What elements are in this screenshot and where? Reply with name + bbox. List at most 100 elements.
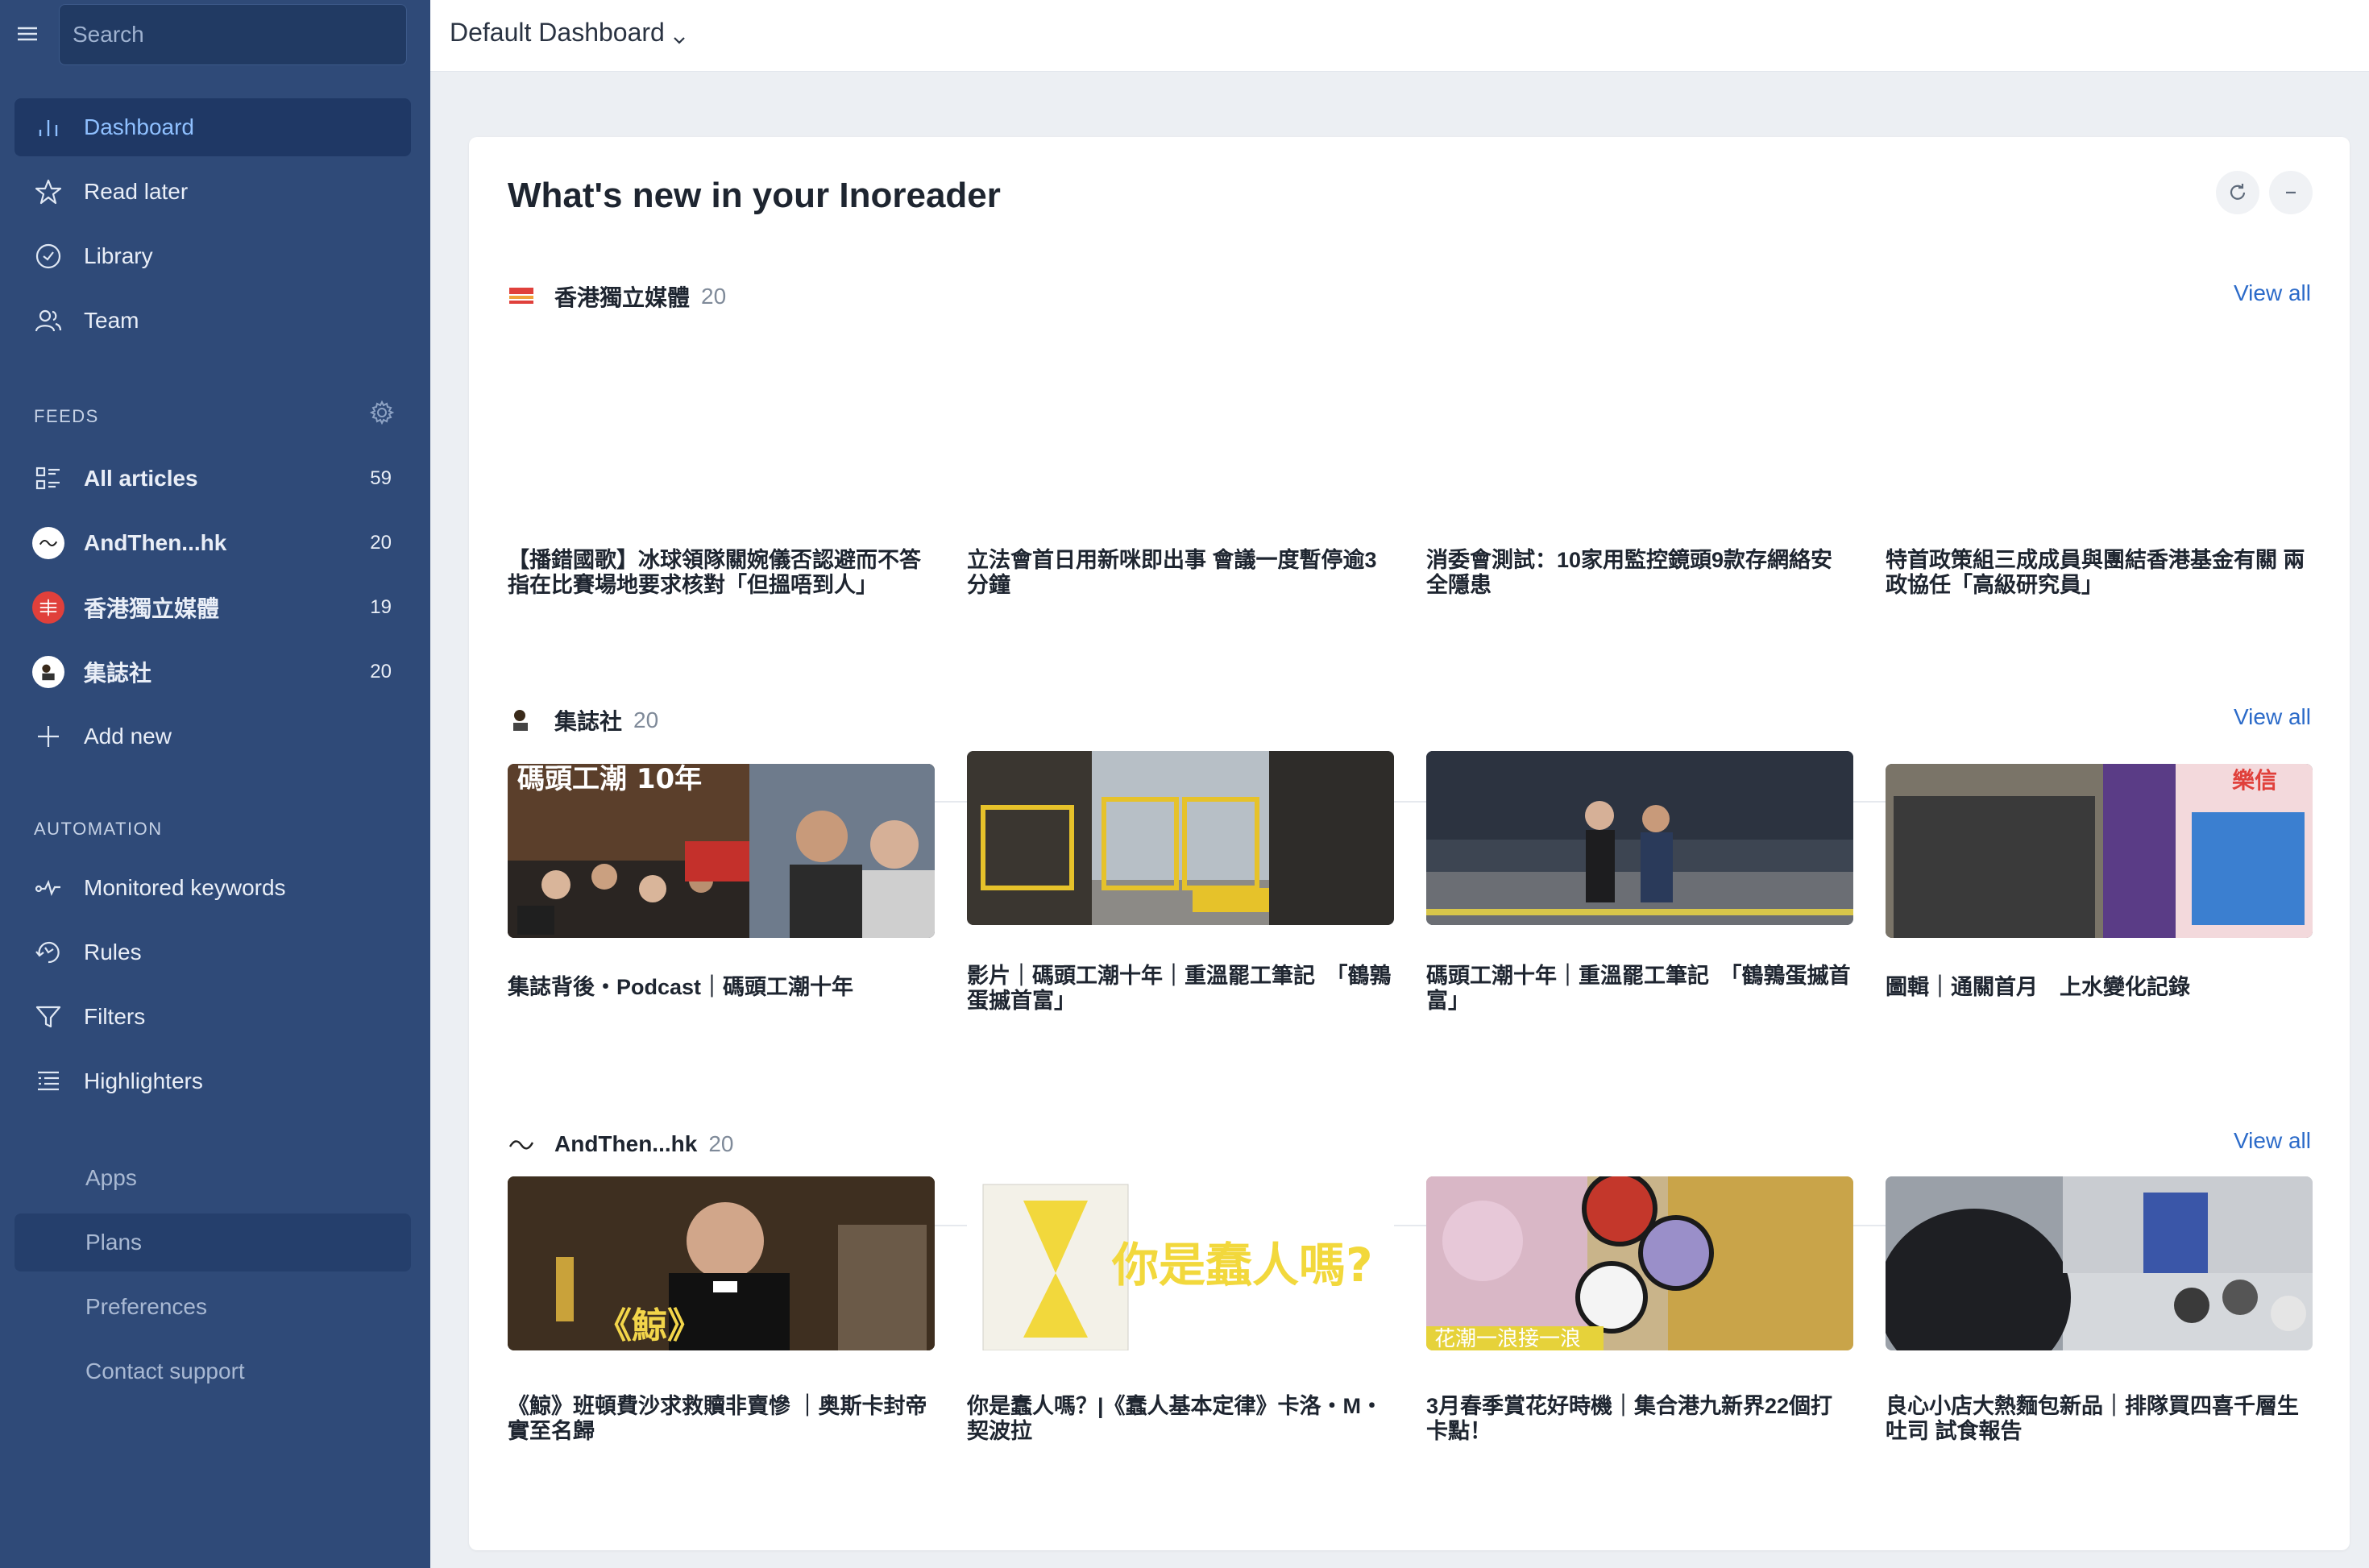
minus-icon xyxy=(2286,191,2296,194)
search-box[interactable] xyxy=(59,4,407,65)
feed-name: AndThen...hk xyxy=(554,1131,698,1156)
feed-count: 20 xyxy=(370,532,392,554)
article-title[interactable]: 影片｜碼頭工潮十年｜重溫罷工筆記 「鶴鶉蛋摵首富」 xyxy=(967,964,1394,1014)
nav-label: Monitored keywords xyxy=(84,875,286,900)
feed-label: All articles xyxy=(84,466,198,491)
plus-icon xyxy=(32,720,64,753)
thumb-text: 碼頭工潮 10年 xyxy=(517,764,702,795)
dashboard-selector[interactable]: Default Dashboard xyxy=(450,18,687,48)
filter-icon xyxy=(32,1001,64,1033)
pulse-icon xyxy=(32,872,64,904)
collapse-button[interactable] xyxy=(2269,171,2313,214)
feed-label: AndThen...hk xyxy=(84,530,227,555)
nav-label: Read later xyxy=(84,179,189,204)
bar-chart-icon xyxy=(32,111,64,143)
article-thumbnail[interactable] xyxy=(967,751,1394,925)
article-title[interactable]: 【播錯國歌】冰球領隊關婉儀否認避而不答 指在比賽場地要求核對「但搵唔到人」 xyxy=(508,548,935,598)
view-all-link[interactable]: View all xyxy=(2234,704,2311,730)
add-new-feed-button[interactable]: Add new xyxy=(15,707,411,765)
article-thumbnail[interactable] xyxy=(1426,751,1853,925)
article-title[interactable]: 你是蠢人嗎？|《蠢人基本定律》卡洛・M・契波拉 xyxy=(967,1394,1394,1444)
nav-library[interactable]: Library xyxy=(15,227,411,285)
andthen-favicon xyxy=(508,1130,535,1158)
nav-read-later[interactable]: Read later xyxy=(15,163,411,221)
article-thumbnail[interactable]: 樂信 xyxy=(1886,764,2313,938)
feed-header[interactable]: 集誌社 20 xyxy=(508,704,658,736)
automation-section-label: AUTOMATION xyxy=(34,819,163,839)
article-title[interactable]: 特首政策組三成成員與團結香港基金有關 兩政協任「高級研究員」 xyxy=(1886,548,2313,598)
feed-header[interactable]: AndThen...hk 20 xyxy=(508,1128,733,1160)
feed-name: 香港獨立媒體 xyxy=(554,285,691,310)
feed-count: 19 xyxy=(370,596,392,618)
feed-all-articles[interactable]: All articles 59 xyxy=(15,450,411,508)
gear-icon[interactable] xyxy=(369,400,395,425)
add-new-label: Add new xyxy=(84,724,172,749)
article-thumbnail[interactable]: 《鯨》 xyxy=(508,1176,935,1350)
refresh-button[interactable] xyxy=(2216,171,2259,214)
refresh-icon xyxy=(2230,184,2246,200)
feed-label: 集誌社 xyxy=(84,661,152,686)
article-title[interactable]: 《鯨》班頓費沙求救贖非賣慘 ｜奥斯卡封帝實至名歸 xyxy=(508,1394,935,1444)
feed-name: 集誌社 xyxy=(554,709,623,734)
nav-label: Preferences xyxy=(85,1294,207,1319)
nav-apps[interactable]: Apps xyxy=(15,1149,411,1207)
feeds-section-label: FEEDS xyxy=(34,406,99,426)
nav-preferences[interactable]: Preferences xyxy=(15,1278,411,1336)
nav-label: Library xyxy=(84,243,153,268)
nav-label: Rules xyxy=(84,940,142,964)
nav-label: Team xyxy=(84,308,139,333)
feed-header[interactable]: 香港獨立媒體 20 xyxy=(508,280,726,313)
nav-rules[interactable]: Rules xyxy=(15,923,411,981)
inmedia-avatar xyxy=(32,591,64,624)
sidebar: Dashboard Read later Library Team FEEDS … xyxy=(0,0,430,1568)
andthen-avatar xyxy=(32,527,64,559)
feed-thecollective[interactable]: 集誌社 20 xyxy=(15,643,411,701)
feed-label: 香港獨立媒體 xyxy=(84,596,220,621)
feed-count: 20 xyxy=(370,661,392,682)
whats-new-card: What's new in your Inoreader 香港獨立媒體 20 V… xyxy=(469,137,2350,1550)
article-title[interactable]: 圖輯｜通關首月 上水變化記錄 xyxy=(1886,975,2313,1000)
article-title[interactable]: 消委會測試：10家用監控鏡頭9款存網絡安全隱患 xyxy=(1426,548,1853,598)
nav-team[interactable]: Team xyxy=(15,292,411,350)
search-input[interactable] xyxy=(60,5,406,64)
nav-highlighters[interactable]: Highlighters xyxy=(15,1052,411,1110)
nav-filters[interactable]: Filters xyxy=(15,988,411,1046)
article-title[interactable]: 良心小店大熱麵包新品｜排隊買四喜千層生吐司 試食報告 xyxy=(1886,1394,2313,1444)
nav-dashboard[interactable]: Dashboard xyxy=(15,98,411,156)
view-all-link[interactable]: View all xyxy=(2234,1128,2311,1154)
nav-plans[interactable]: Plans xyxy=(15,1213,411,1271)
star-icon xyxy=(32,176,64,208)
thumb-text: 花潮一浪接一浪 xyxy=(1434,1327,1581,1350)
nav-label: Highlighters xyxy=(84,1068,203,1093)
article-thumbnail[interactable]: 你是蠢人嗎? xyxy=(967,1176,1394,1350)
nav-monitored-keywords[interactable]: Monitored keywords xyxy=(15,859,411,917)
dashboard-title: Default Dashboard xyxy=(450,18,665,47)
check-circle-icon xyxy=(32,240,64,272)
card-title: What's new in your Inoreader xyxy=(508,176,1001,215)
article-title[interactable]: 集誌背後・Podcast｜碼頭工潮十年 xyxy=(508,975,935,1000)
article-title[interactable]: 碼頭工潮十年｜重溫罷工筆記 「鶴鶉蛋摵首富」 xyxy=(1426,964,1853,1014)
feed-andthen[interactable]: AndThen...hk 20 xyxy=(15,514,411,572)
feed-count: 59 xyxy=(370,467,392,489)
article-thumbnail[interactable] xyxy=(1886,1176,2313,1350)
article-title[interactable]: 3月春季賞花好時機｜集合港九新界22個打卡點！ xyxy=(1426,1394,1853,1444)
feed-inmedia[interactable]: 香港獨立媒體 19 xyxy=(15,579,411,637)
article-thumbnail[interactable]: 花潮一浪接一浪 xyxy=(1426,1176,1853,1350)
thumb-text: 樂信 xyxy=(2232,767,2277,794)
menu-icon[interactable] xyxy=(16,23,39,45)
feed-count: 20 xyxy=(708,1131,734,1156)
feed-count: 20 xyxy=(701,284,727,309)
article-title[interactable]: 立法會首日用新咪即出事 會議一度暫停逾3分鐘 xyxy=(967,548,1394,598)
nav-label: Filters xyxy=(84,1004,146,1029)
view-all-link[interactable]: View all xyxy=(2234,280,2311,306)
list-icon xyxy=(32,463,64,495)
nav-contact-support[interactable]: Contact support xyxy=(15,1342,411,1400)
article-thumbnail[interactable]: 碼頭工潮 10年 xyxy=(508,764,935,938)
feed-section-andthen: AndThen...hk 20 View all 《鯨》 《鯨》班頓費沙求救贖非… xyxy=(508,1128,2313,1547)
nav-label: Plans xyxy=(85,1230,143,1255)
nav-label: Apps xyxy=(85,1165,137,1190)
nav-label: Contact support xyxy=(85,1359,245,1383)
feed-count: 20 xyxy=(633,707,659,732)
inmedia-favicon xyxy=(508,283,535,310)
thumb-text: 《鯨》 xyxy=(596,1305,703,1346)
